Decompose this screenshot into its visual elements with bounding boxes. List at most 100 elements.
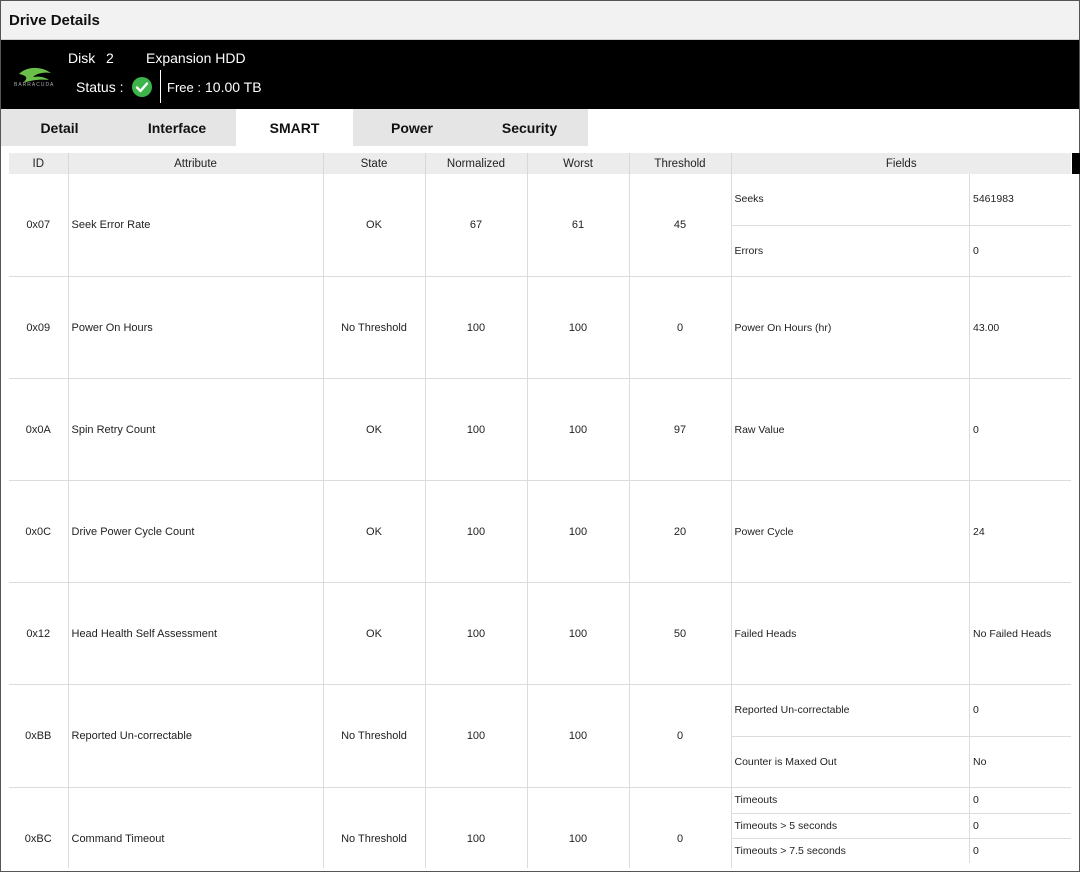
tab-interface[interactable]: Interface: [118, 109, 236, 146]
disk-number: 2: [106, 50, 114, 66]
cell-fields: Seeks 5461983 Errors 0: [731, 174, 1071, 277]
field-name: Seeks: [731, 174, 970, 226]
field-name: Reported Un-correctable: [731, 685, 970, 737]
cell-normalized: 100: [425, 582, 528, 685]
tab-power[interactable]: Power: [353, 109, 471, 146]
cell-id: 0x09: [9, 276, 69, 379]
field-value: No Failed Heads: [973, 627, 1052, 640]
header-normalized[interactable]: Normalized: [425, 153, 528, 174]
header-state[interactable]: State: [323, 153, 426, 174]
cell-fields: Power Cycle 24: [731, 480, 1071, 583]
cell-id: 0x07: [9, 174, 69, 277]
field-value: 0: [969, 788, 1071, 814]
cell-worst: 100: [527, 378, 630, 481]
cell-id: 0xBC: [9, 787, 69, 868]
field-value: 5461983: [969, 174, 1071, 226]
cell-threshold: 20: [629, 480, 732, 583]
status-ok-icon: [132, 77, 152, 97]
cell-threshold: 0: [629, 276, 732, 379]
free-label: Free :: [167, 80, 201, 95]
cell-threshold: 50: [629, 582, 732, 685]
table-row[interactable]: 0xBC Command Timeout No Threshold 100 10…: [9, 787, 1071, 868]
cell-state: No Threshold: [323, 276, 426, 379]
field-name: Timeouts > 5 seconds: [731, 813, 970, 839]
field-name: Power Cycle: [731, 481, 970, 582]
cell-normalized: 100: [425, 787, 528, 868]
field-value: 43.00: [973, 321, 1000, 334]
field-value: 0: [969, 813, 1071, 839]
field-name: Power On Hours (hr): [731, 277, 970, 378]
cell-id: 0x0A: [9, 378, 69, 481]
cell-fields: Power On Hours (hr) 43.00: [731, 276, 1071, 379]
field-name: Counter is Maxed Out: [731, 736, 970, 787]
header-worst[interactable]: Worst: [527, 153, 630, 174]
cell-worst: 100: [527, 480, 630, 583]
cell-threshold: 45: [629, 174, 732, 277]
table-row[interactable]: 0xBB Reported Un-correctable No Threshol…: [9, 684, 1071, 788]
cell-worst: 100: [527, 276, 630, 379]
cell-normalized: 100: [425, 684, 528, 788]
cell-state: No Threshold: [323, 684, 426, 788]
free-value: 10.00 TB: [205, 79, 262, 95]
cell-normalized: 100: [425, 276, 528, 379]
table-row[interactable]: 0x0A Spin Retry Count OK 100 100 97 Raw …: [9, 378, 1071, 481]
cell-id: 0x0C: [9, 480, 69, 583]
field-value: 0: [973, 844, 979, 857]
cell-threshold: 0: [629, 684, 732, 788]
cell-fields: Reported Un-correctable 0 Counter is Maxe…: [731, 684, 1071, 788]
tab-security[interactable]: Security: [471, 109, 588, 146]
cell-attribute: Reported Un-correctable: [68, 684, 324, 788]
cell-state: OK: [323, 582, 426, 685]
table-row[interactable]: 0x0C Drive Power Cycle Count OK 100 100 …: [9, 480, 1071, 583]
vertical-scrollbar[interactable]: [1072, 153, 1080, 174]
table-row[interactable]: 0x07 Seek Error Rate OK 67 61 45 Seeks 54…: [9, 174, 1071, 277]
tab-smart[interactable]: SMART: [236, 109, 353, 146]
cell-attribute: Command Timeout: [68, 787, 324, 868]
field-name: Timeouts > 7.5 seconds: [731, 838, 970, 863]
field-name: Errors: [731, 225, 970, 276]
field-value: 0: [973, 423, 979, 436]
field-name: Failed Heads: [731, 583, 970, 684]
cell-fields: Timeouts 0 Timeouts > 5 seconds 0 Timeouts…: [731, 787, 1071, 868]
cell-state: OK: [323, 174, 426, 277]
tab-detail[interactable]: Detail: [1, 109, 118, 146]
cell-normalized: 100: [425, 378, 528, 481]
field-value: 0: [973, 244, 979, 257]
cell-fields: Failed Heads No Failed Heads: [731, 582, 1071, 685]
drive-model: Expansion HDD: [146, 50, 246, 66]
disk-label: Disk: [68, 50, 96, 66]
status-label: Status :: [76, 79, 124, 95]
cell-attribute: Seek Error Rate: [68, 174, 324, 277]
cell-state: OK: [323, 378, 426, 481]
header-divider: [160, 70, 161, 103]
field-value: 0: [969, 685, 1071, 737]
cell-worst: 100: [527, 582, 630, 685]
cell-attribute: Power On Hours: [68, 276, 324, 379]
header-fields[interactable]: Fields: [731, 153, 1071, 174]
field-value: 24: [973, 525, 985, 538]
tab-bar: Detail Interface SMART Power Security: [1, 109, 588, 146]
smart-grid[interactable]: ID Attribute State Normalized Worst Thre…: [9, 153, 1071, 868]
cell-id: 0xBB: [9, 684, 69, 788]
cell-state: No Threshold: [323, 787, 426, 868]
cell-worst: 100: [527, 787, 630, 868]
header-threshold[interactable]: Threshold: [629, 153, 732, 174]
cell-normalized: 100: [425, 480, 528, 583]
cell-fields: Raw Value 0: [731, 378, 1071, 481]
header-id[interactable]: ID: [9, 153, 69, 174]
cell-id: 0x12: [9, 582, 69, 685]
cell-threshold: 0: [629, 787, 732, 868]
header-attribute[interactable]: Attribute: [68, 153, 324, 174]
cell-attribute: Spin Retry Count: [68, 378, 324, 481]
table-row[interactable]: 0x09 Power On Hours No Threshold 100 100…: [9, 276, 1071, 379]
cell-worst: 61: [527, 174, 630, 277]
cell-state: OK: [323, 480, 426, 583]
window-title: Drive Details: [1, 1, 1079, 40]
cell-threshold: 97: [629, 378, 732, 481]
table-row[interactable]: 0x12 Head Health Self Assessment OK 100 …: [9, 582, 1071, 685]
grid-header-row: ID Attribute State Normalized Worst Thre…: [9, 153, 1071, 174]
cell-worst: 100: [527, 684, 630, 788]
brand-text: BARRACUDA: [14, 82, 55, 88]
cell-attribute: Head Health Self Assessment: [68, 582, 324, 685]
cell-normalized: 67: [425, 174, 528, 277]
